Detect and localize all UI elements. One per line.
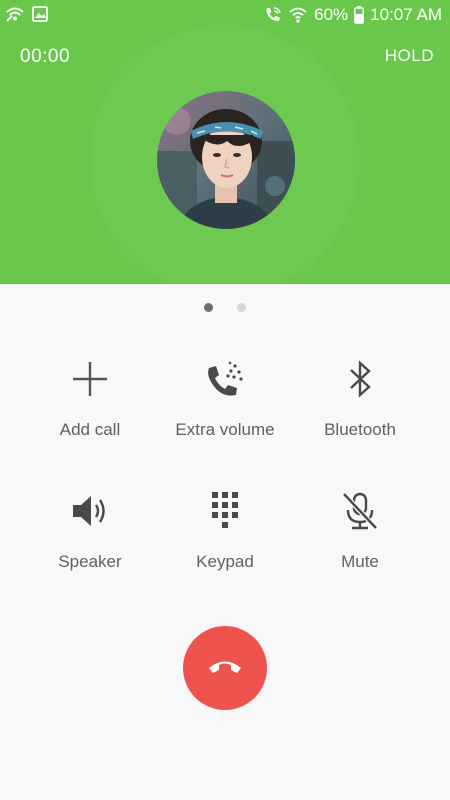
extra-volume-label: Extra volume (175, 420, 275, 439)
call-wifi-icon (264, 6, 282, 24)
hold-button[interactable]: HOLD (385, 46, 434, 66)
add-call-label: Add call (59, 420, 121, 439)
image-icon (32, 6, 48, 22)
status-bar: 60% 10:07 AM (0, 0, 450, 32)
wifi-icon (288, 6, 308, 24)
call-timer: 00:00 (20, 46, 71, 67)
call-screen: 60% 10:07 AM 00:00 HOLD Add call Extra v… (0, 0, 450, 800)
end-call-button[interactable] (183, 626, 267, 710)
clock: 10:07 AM (370, 5, 442, 24)
page-dot-2[interactable] (237, 303, 246, 312)
extra-volume-button[interactable]: Extra volume (150, 356, 300, 440)
call-header: 60% 10:07 AM 00:00 HOLD (0, 0, 450, 284)
bluetooth-button[interactable]: Bluetooth (285, 356, 435, 440)
extra-volume-icon (150, 356, 300, 402)
speaker-button[interactable]: Speaker (15, 488, 165, 572)
keypad-label: Keypad (196, 552, 254, 571)
page-dot-1[interactable] (204, 303, 213, 312)
contact-avatar (157, 91, 295, 229)
page-indicator (0, 303, 450, 313)
plus-icon (15, 356, 165, 402)
speaker-label: Speaker (58, 552, 122, 571)
speaker-icon (15, 488, 165, 534)
keypad-button[interactable]: Keypad (150, 488, 300, 572)
bluetooth-icon (285, 356, 435, 402)
battery-percent: 60% (314, 5, 349, 24)
mute-icon (285, 488, 435, 534)
add-call-button[interactable]: Add call (15, 356, 165, 440)
battery-icon (354, 6, 365, 24)
end-call-icon (207, 657, 243, 680)
bluetooth-label: Bluetooth (324, 420, 396, 439)
mute-label: Mute (341, 552, 379, 571)
signal-icon (6, 6, 24, 22)
keypad-icon (150, 488, 300, 534)
mute-button[interactable]: Mute (285, 488, 435, 572)
